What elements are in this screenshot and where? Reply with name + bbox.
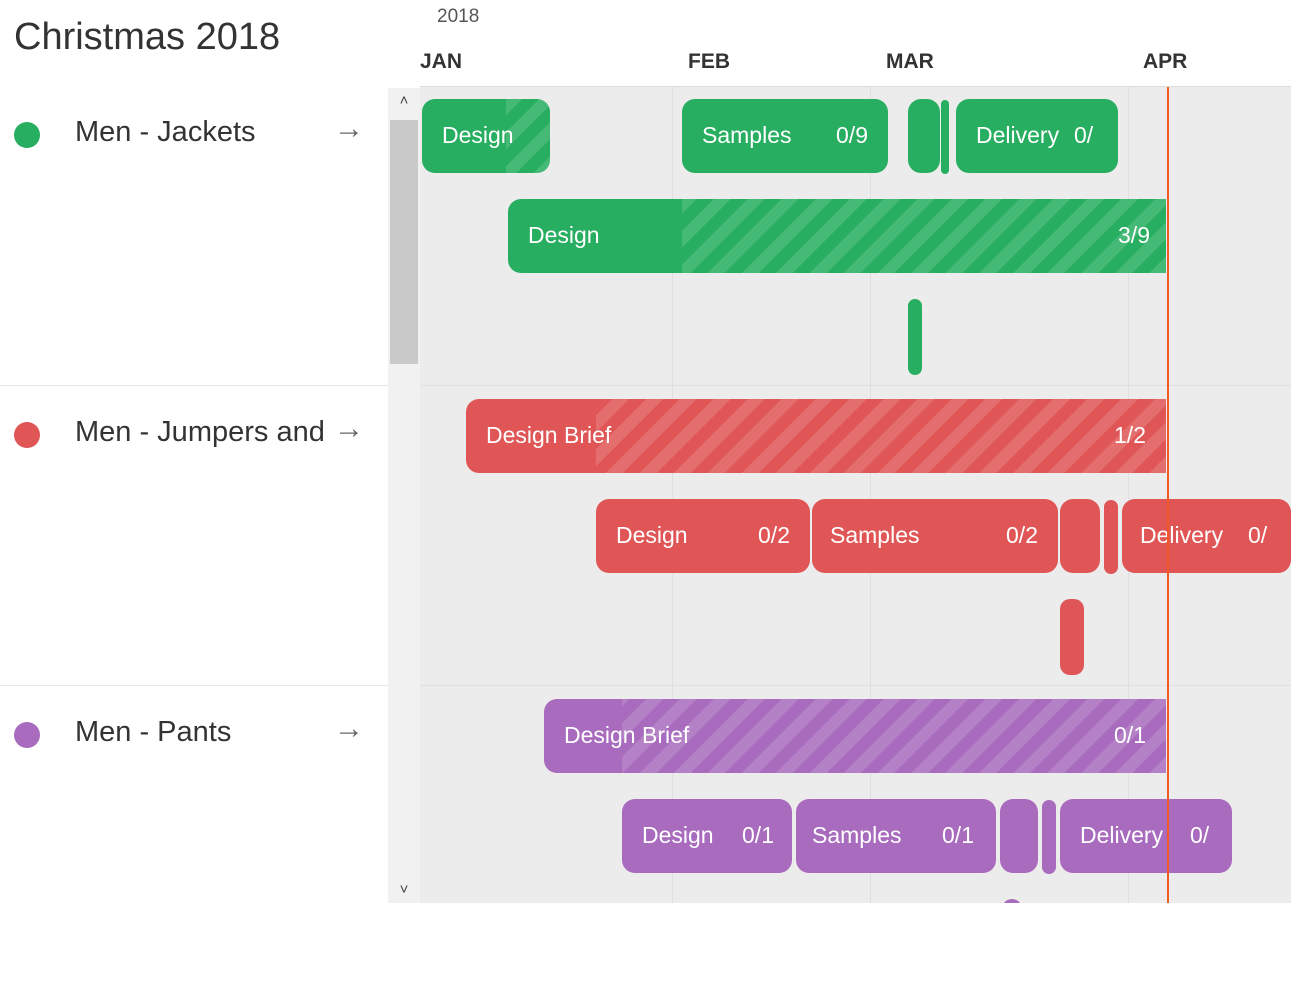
task-label: Design [616,522,688,548]
month-label-mar: MAR [886,50,934,73]
task-label: Design Brief [564,722,690,748]
gantt-grid: Design Samples 0/9 Delivery 0/ Design 3/… [420,87,1291,903]
month-label-apr: APR [1143,50,1188,73]
today-marker-line [1167,87,1169,903]
page-title: Christmas 2018 [14,16,281,58]
project-name: Men - Jumpers and Knitwear [75,416,333,448]
task-bar-small[interactable] [1060,499,1100,573]
task-label: Design [642,822,714,848]
task-label: Samples [702,122,792,148]
arrow-right-icon[interactable]: → [334,412,364,446]
milestone-marker[interactable] [1042,800,1056,874]
task-bar-samples[interactable]: Samples 0/2 [812,499,1058,573]
scroll-down-icon[interactable]: ˅ [388,877,420,903]
task-label: Delivery [1140,522,1224,548]
task-label: Delivery [1080,822,1164,848]
timeline-header: 2018 JAN FEB MAR APR [420,0,1291,87]
task-count: 0/2 [758,522,790,548]
project-name: Men - Jackets [75,116,256,148]
milestone-marker[interactable] [1002,899,1022,903]
task-bar-small[interactable] [908,99,940,173]
task-count: 0/2 [1006,522,1038,548]
task-bar-samples[interactable]: Samples 0/9 [682,99,888,173]
project-row-men-jumpers[interactable]: Men - Jumpers and Knitwear → [0,386,388,686]
milestone-marker[interactable] [908,299,922,375]
task-count: 0/9 [836,122,868,148]
task-bar-design[interactable]: Design 0/1 [622,799,792,873]
task-count: 0/1 [742,822,774,848]
task-bar-small[interactable] [1000,799,1038,873]
timeline-year: 2018 [437,6,480,27]
task-count: 0/1 [1114,722,1146,748]
task-count: 0/ [1074,122,1094,148]
task-bar-delivery[interactable]: Delivery 0/ [956,99,1118,173]
arrow-right-icon[interactable]: → [334,712,364,746]
task-bar-design[interactable]: Design 3/9 [508,199,1166,273]
project-color-dot [14,122,40,148]
task-label: Samples [812,822,902,848]
task-bar-samples[interactable]: Samples 0/1 [796,799,996,873]
project-color-dot [14,422,40,448]
task-label: Design [528,222,600,248]
task-label: Delivery [976,122,1060,148]
task-count: 0/1 [942,822,974,848]
project-color-dot [14,722,40,748]
row-divider [420,385,1291,386]
task-bar-design-brief[interactable]: Design Brief 1/2 [466,399,1166,473]
task-label: Samples [830,522,920,548]
task-bar-delivery[interactable]: Delivery 0/ [1060,799,1232,873]
project-row-men-pants[interactable]: Men - Pants → [0,686,388,986]
project-name: Men - Pants [75,716,232,748]
project-list-panel: Christmas 2018 Men - Jackets → Men - Jum… [0,0,388,903]
task-label: Design [442,122,514,148]
month-label-feb: FEB [688,50,730,73]
task-label: Design Brief [486,422,612,448]
vertical-scrollbar[interactable]: ˄ ˅ [388,88,420,903]
task-bar-delivery[interactable]: Delivery 0/ [1122,499,1291,573]
task-count: 1/2 [1114,422,1146,448]
scroll-up-icon[interactable]: ˄ [388,88,420,114]
task-bar-design-brief[interactable]: Design Brief 0/1 [544,699,1166,773]
task-bar-design[interactable]: Design [422,99,550,173]
task-count: 0/ [1248,522,1268,548]
month-label-jan: JAN [420,50,463,73]
task-count: 3/9 [1118,222,1150,248]
arrow-right-icon[interactable]: → [334,112,364,146]
row-divider [420,685,1291,686]
task-bar-design[interactable]: Design 0/2 [596,499,810,573]
milestone-marker[interactable] [1104,500,1118,574]
scroll-thumb[interactable] [390,120,418,364]
task-count: 0/ [1190,822,1210,848]
milestone-marker[interactable] [941,100,949,174]
milestone-marker[interactable] [1060,599,1084,675]
project-row-men-jackets[interactable]: Men - Jackets → [0,86,388,386]
